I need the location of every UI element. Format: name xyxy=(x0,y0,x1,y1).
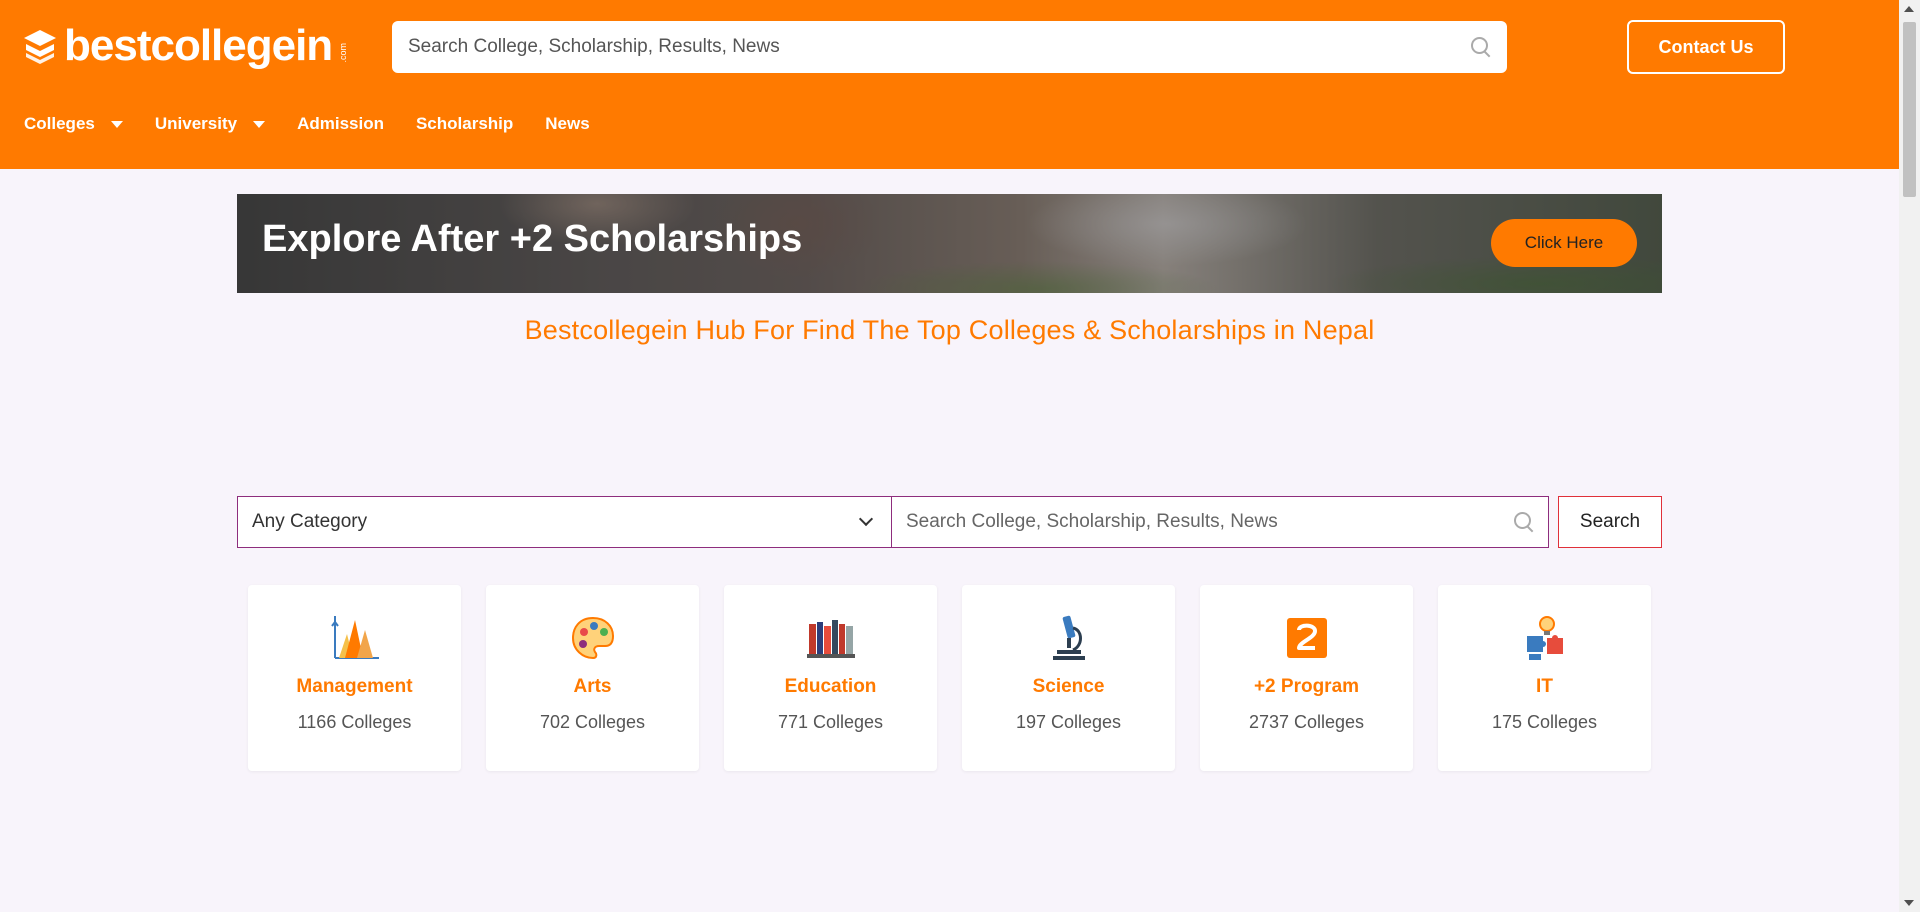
category-name: Arts xyxy=(573,676,612,697)
header-search-input[interactable]: Search College, Scholarship, Results, Ne… xyxy=(392,21,1507,73)
page-scrollbar[interactable] xyxy=(1899,0,1920,912)
nav-label: Admission xyxy=(297,114,384,133)
nav-label: Colleges xyxy=(24,114,95,133)
site-header: bestcollegein .com Search College, Schol… xyxy=(0,0,1899,169)
main-search-input[interactable]: Search College, Scholarship, Results, Ne… xyxy=(891,496,1549,548)
category-select[interactable]: Any Category xyxy=(237,496,892,548)
number-two-icon xyxy=(1286,618,1327,658)
category-count: 197 Colleges xyxy=(1015,712,1122,732)
category-name: IT xyxy=(1536,676,1553,697)
palette-icon xyxy=(571,616,614,660)
search-icon xyxy=(1514,512,1534,532)
microscope-icon xyxy=(1052,615,1085,660)
promo-banner[interactable]: Explore After +2 Scholarships Click Here xyxy=(237,194,1662,293)
category-select-value: Any Category xyxy=(252,511,368,532)
header-search-placeholder: Search College, Scholarship, Results, Ne… xyxy=(408,36,780,57)
main-nav: Colleges University Admission Scholarshi… xyxy=(24,114,622,134)
site-logo[interactable]: bestcollegein .com xyxy=(22,22,348,70)
category-card-plus2[interactable]: +2 Program 2737 Colleges xyxy=(1200,585,1413,771)
category-count: 2737 Colleges xyxy=(1248,712,1365,732)
nav-label: University xyxy=(154,114,238,133)
banner-title: Explore After +2 Scholarships xyxy=(262,218,803,260)
nav-item-scholarship[interactable]: Scholarship xyxy=(416,114,513,134)
category-card-science[interactable]: Science 197 Colleges xyxy=(962,585,1175,771)
nav-item-colleges[interactable]: Colleges xyxy=(24,114,123,134)
scroll-up-arrow-icon[interactable] xyxy=(1904,6,1914,12)
nav-item-news[interactable]: News xyxy=(545,114,589,134)
category-name: Science xyxy=(1032,676,1105,697)
main-search-placeholder: Search College, Scholarship, Results, Ne… xyxy=(906,511,1278,532)
category-count: 702 Colleges xyxy=(539,712,646,732)
category-card-it[interactable]: IT 175 Colleges xyxy=(1438,585,1651,771)
category-count: 771 Colleges xyxy=(777,712,884,732)
chart-icon xyxy=(330,616,379,659)
nav-item-university[interactable]: University xyxy=(154,114,266,134)
scrollbar-thumb[interactable] xyxy=(1903,22,1916,197)
contact-us-button[interactable]: Contact Us xyxy=(1627,20,1785,74)
chevron-down-icon xyxy=(858,511,874,527)
logo-suffix: .com xyxy=(338,43,349,63)
search-button[interactable]: Search xyxy=(1558,496,1662,548)
category-cards: Management 1166 Colleges Arts 702 Colleg… xyxy=(248,585,1651,771)
nav-label: News xyxy=(545,114,590,133)
nav-label: Scholarship xyxy=(415,114,514,133)
category-count: 175 Colleges xyxy=(1491,712,1598,732)
nav-item-admission[interactable]: Admission xyxy=(297,114,384,134)
search-icon[interactable] xyxy=(1471,37,1491,57)
category-card-arts[interactable]: Arts 702 Colleges xyxy=(486,585,699,771)
category-card-education[interactable]: Education 771 Colleges xyxy=(724,585,937,771)
graduation-cap-logo-icon xyxy=(24,30,56,64)
books-icon xyxy=(806,620,855,658)
category-card-management[interactable]: Management 1166 Colleges xyxy=(248,585,461,771)
scroll-down-arrow-icon[interactable] xyxy=(1904,900,1914,906)
category-count: 1166 Colleges xyxy=(297,712,412,732)
puzzle-bulb-icon xyxy=(1526,616,1563,660)
caret-down-icon xyxy=(253,120,266,128)
banner-click-here-button[interactable]: Click Here xyxy=(1491,219,1637,267)
page-headline: Bestcollegein Hub For Find The Top Colle… xyxy=(524,315,1375,345)
logo-text: bestcollegein xyxy=(64,21,333,70)
caret-down-icon xyxy=(110,120,123,128)
category-name: Management xyxy=(296,676,413,697)
category-name: Education xyxy=(784,676,877,697)
category-name: +2 Program xyxy=(1253,676,1360,697)
